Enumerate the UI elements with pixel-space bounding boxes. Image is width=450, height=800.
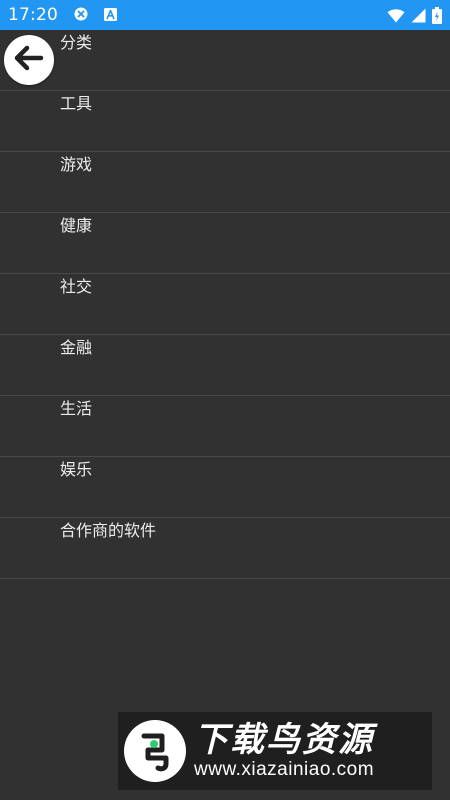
battery-icon xyxy=(432,6,442,24)
category-label: 金融 xyxy=(60,338,93,357)
watermark-text: 下载鸟资源 www.xiazainiao.com xyxy=(194,721,374,781)
a-text-icon xyxy=(104,6,117,25)
category-item-health[interactable]: 健康 xyxy=(0,213,450,274)
category-item-games[interactable]: 游戏 xyxy=(0,152,450,213)
category-label: 分类 xyxy=(60,33,93,52)
bird-logo-icon xyxy=(124,720,186,782)
arrow-left-icon xyxy=(12,41,46,79)
category-label: 合作商的软件 xyxy=(60,521,157,540)
category-item-classification[interactable]: 分类 xyxy=(0,30,450,91)
status-time: 17:20 xyxy=(8,5,58,25)
back-button[interactable] xyxy=(4,35,54,85)
signal-icon xyxy=(411,8,426,23)
status-system-icons xyxy=(387,6,442,24)
category-item-life[interactable]: 生活 xyxy=(0,396,450,457)
status-bar: 17:20 xyxy=(0,0,450,30)
category-label: 工具 xyxy=(60,94,93,113)
status-notification-icons xyxy=(74,6,117,25)
watermark-title: 下载鸟资源 xyxy=(194,720,374,760)
wifi-icon xyxy=(387,8,405,23)
category-item-partner-apps[interactable]: 合作商的软件 xyxy=(0,518,450,579)
category-label: 社交 xyxy=(60,277,93,296)
category-label: 生活 xyxy=(60,399,93,418)
category-item-tools[interactable]: 工具 xyxy=(0,91,450,152)
category-label: 健康 xyxy=(60,216,93,235)
close-circle-icon xyxy=(74,6,88,25)
watermark-url: www.xiazainiao.com xyxy=(194,759,375,780)
watermark-banner: 下载鸟资源 www.xiazainiao.com xyxy=(118,712,432,790)
category-label: 游戏 xyxy=(60,155,93,174)
category-list: 分类 工具 游戏 健康 社交 金融 生活 娱乐 合作商的软件 xyxy=(0,30,450,579)
category-item-finance[interactable]: 金融 xyxy=(0,335,450,396)
category-item-entertainment[interactable]: 娱乐 xyxy=(0,457,450,518)
category-label: 娱乐 xyxy=(60,460,93,479)
category-item-social[interactable]: 社交 xyxy=(0,274,450,335)
